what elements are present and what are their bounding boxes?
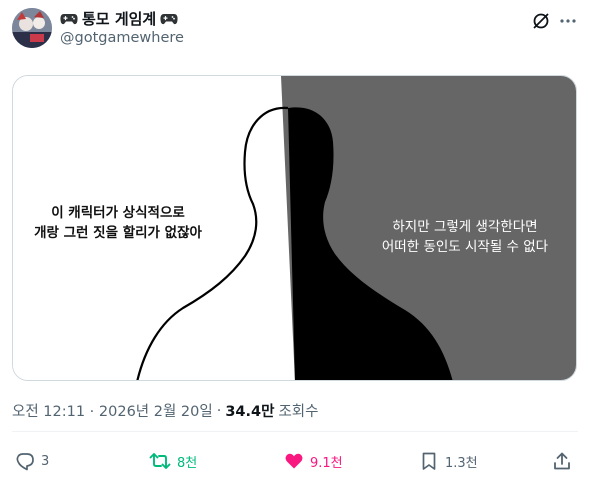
post-meta: 오전 12:11 · 2026년 2월 20일 · 34.4만 조회수 [12,400,318,421]
left-caption-line2: 개랑 그런 짓을 할리가 없잖아 [34,225,202,241]
timestamp[interactable]: 오전 12:11 · 2026년 2월 20일 [12,400,213,421]
left-caption-line1: 이 캐릭터가 상식적으로 [51,205,185,221]
reply-button[interactable]: 3 [15,450,49,472]
gamepad-icon [160,12,178,26]
divider [12,431,578,432]
share-icon [552,451,572,471]
display-name: 통모 게임계 [82,10,157,28]
meta-separator: · [216,402,222,419]
right-caption: 하지만 그렇게 생각한다면 어떠한 동인도 시작될 수 없다 [365,217,565,257]
reply-icon [15,451,35,471]
like-count: 9.1천 [310,455,343,471]
views-count: 34.4만 [225,404,275,420]
repost-icon [149,451,171,471]
repost-button[interactable]: 8천 [149,450,197,472]
avatar[interactable] [12,8,52,48]
user-handle[interactable]: @gotgamewhere [60,29,184,47]
bookmark-icon [419,451,439,471]
share-button[interactable] [552,450,572,472]
heart-icon [284,451,304,471]
right-caption-line2: 어떠한 동인도 시작될 수 없다 [381,239,549,255]
post-image[interactable]: 이 캐릭터가 상식적으로 개랑 그런 짓을 할리가 없잖아 하지만 그렇게 생각… [12,75,577,381]
gamepad-icon [60,12,78,26]
bookmark-button[interactable]: 1.3천 [419,450,478,472]
views-label: 조회수 [278,404,319,420]
left-caption: 이 캐릭터가 상식적으로 개랑 그런 짓을 할리가 없잖아 [13,203,223,243]
grok-icon[interactable] [530,10,552,32]
like-button[interactable]: 9.1천 [284,450,343,472]
repost-count: 8천 [177,455,198,471]
reply-count: 3 [41,453,50,469]
action-bar: 3 8천 9.1천 1.3천 [12,450,578,472]
more-icon[interactable] [557,10,579,32]
right-caption-line1: 하지만 그렇게 생각한다면 [392,219,538,235]
bookmark-count: 1.3천 [445,455,478,471]
author-name-row[interactable]: 통모 게임계 [60,9,178,29]
